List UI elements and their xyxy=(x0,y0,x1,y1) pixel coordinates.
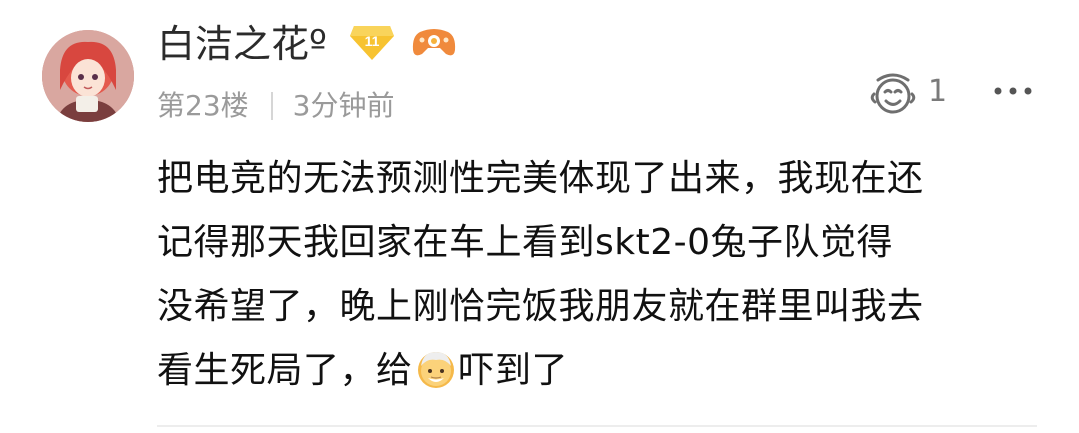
comment-item: 白洁之花º 11 第23楼 3分钟前 1 把电竞的无法预测性完美体现了出来，我现… xyxy=(0,0,1079,433)
level-badge-text: 11 xyxy=(365,33,380,49)
anime-girl-avatar-icon xyxy=(42,30,134,122)
level-diamond-icon: 11 xyxy=(348,22,396,62)
comment-meta: 第23楼 3分钟前 xyxy=(157,84,394,128)
content-text-before-emoji: 看生死局了，给 xyxy=(157,350,413,391)
floor-number: 第23楼 xyxy=(157,89,249,122)
like-face-icon[interactable] xyxy=(868,68,918,118)
username[interactable]: 白洁之花º xyxy=(157,18,327,70)
old-man-emoji-icon xyxy=(415,348,457,390)
content-line-4: 看生死局了，给 吓到了 xyxy=(157,343,1047,399)
content-line-3: 没希望了，晚上刚恰完饭我朋友就在群里叫我去 xyxy=(157,286,924,327)
content-text-after-emoji: 吓到了 xyxy=(458,350,569,391)
content-line-2: 记得那天我回家在车上看到skt2‐0兔子队觉得 xyxy=(157,222,894,263)
divider xyxy=(157,425,1037,427)
more-dots-icon[interactable] xyxy=(990,76,1036,106)
timestamp: 3分钟前 xyxy=(292,89,395,122)
avatar[interactable] xyxy=(42,30,134,122)
meta-separator xyxy=(270,92,273,120)
gamepad-icon xyxy=(410,24,458,60)
like-count: 1 xyxy=(928,74,948,109)
comment-content: 把电竞的无法预测性完美体现了出来，我现在还 记得那天我回家在车上看到skt2‐0… xyxy=(157,151,1047,407)
content-line-1: 把电竞的无法预测性完美体现了出来，我现在还 xyxy=(157,158,924,199)
